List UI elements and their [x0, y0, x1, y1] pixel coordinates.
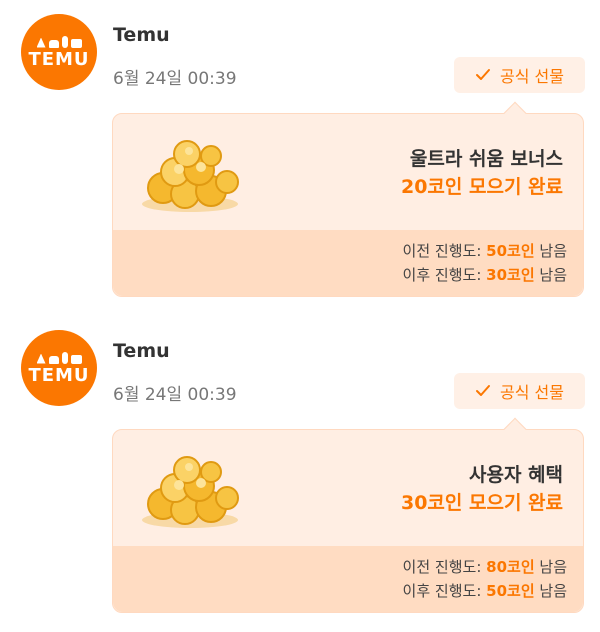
progress-before: 이전 진행도: 80코인 남음 [403, 556, 567, 577]
check-icon [476, 385, 491, 396]
reward-card-header: 사용자 혜택 30코인 모으기 완료 [113, 430, 583, 547]
temu-logo-icon [36, 351, 82, 364]
reward-card-footer: 이전 진행도: 50코인 남음 이후 진행도: 30코인 남음 [113, 230, 583, 296]
badge-label: 공식 선물 [500, 383, 564, 402]
progress-label: 이후 진행도: [402, 582, 487, 600]
temu-logo-icon [36, 35, 82, 48]
progress-suffix: 남음 [534, 242, 567, 260]
coin-pile-icon [142, 140, 239, 212]
progress-label: 이후 진행도: [402, 266, 487, 284]
progress-suffix: 남음 [534, 266, 567, 284]
reward-status: 30코인 모으기 완료 [400, 492, 563, 514]
message-item: TEMU Temu 6월 24일 00:39 공식 선물 울트라 쉬움 보너스 … [0, 0, 600, 316]
progress-label: 이전 진행도: [402, 558, 487, 576]
progress-value: 80코인 [486, 558, 535, 576]
progress-after: 이후 진행도: 50코인 남음 [403, 580, 567, 601]
progress-after: 이후 진행도: 30코인 남음 [403, 264, 567, 285]
avatar[interactable]: TEMU [21, 14, 97, 90]
reward-card-header: 울트라 쉬움 보너스 20코인 모으기 완료 [113, 114, 583, 231]
coin-pile-icon [142, 456, 239, 528]
progress-value: 50코인 [486, 582, 535, 600]
badge-label: 공식 선물 [500, 67, 564, 86]
sender-name: Temu [113, 340, 170, 362]
official-gift-badge: 공식 선물 [454, 57, 585, 93]
reward-card-footer: 이전 진행도: 80코인 남음 이후 진행도: 50코인 남음 [113, 546, 583, 612]
progress-suffix: 남음 [534, 582, 567, 600]
avatar-logo-text: TEMU [28, 48, 90, 70]
check-icon [476, 69, 491, 80]
reward-status: 20코인 모으기 완료 [400, 176, 563, 198]
sender-name: Temu [113, 24, 170, 46]
message-timestamp: 6월 24일 00:39 [113, 385, 237, 405]
message-item: TEMU Temu 6월 24일 00:39 공식 선물 사용자 혜택 30코인… [0, 316, 600, 632]
progress-value: 30코인 [486, 266, 535, 284]
reward-card[interactable]: 사용자 혜택 30코인 모으기 완료 이전 진행도: 80코인 남음 이후 진행… [112, 429, 584, 613]
progress-value: 50코인 [486, 242, 535, 260]
avatar-logo-text: TEMU [28, 364, 90, 386]
progress-suffix: 남음 [534, 558, 567, 576]
progress-before: 이전 진행도: 50코인 남음 [403, 240, 567, 261]
message-timestamp: 6월 24일 00:39 [113, 69, 237, 89]
official-gift-badge: 공식 선물 [454, 373, 585, 409]
progress-label: 이전 진행도: [402, 242, 487, 260]
reward-title: 사용자 혜택 [468, 464, 563, 486]
avatar[interactable]: TEMU [21, 330, 97, 406]
reward-title: 울트라 쉬움 보너스 [409, 148, 563, 170]
reward-card[interactable]: 울트라 쉬움 보너스 20코인 모으기 완료 이전 진행도: 50코인 남음 이… [112, 113, 584, 297]
